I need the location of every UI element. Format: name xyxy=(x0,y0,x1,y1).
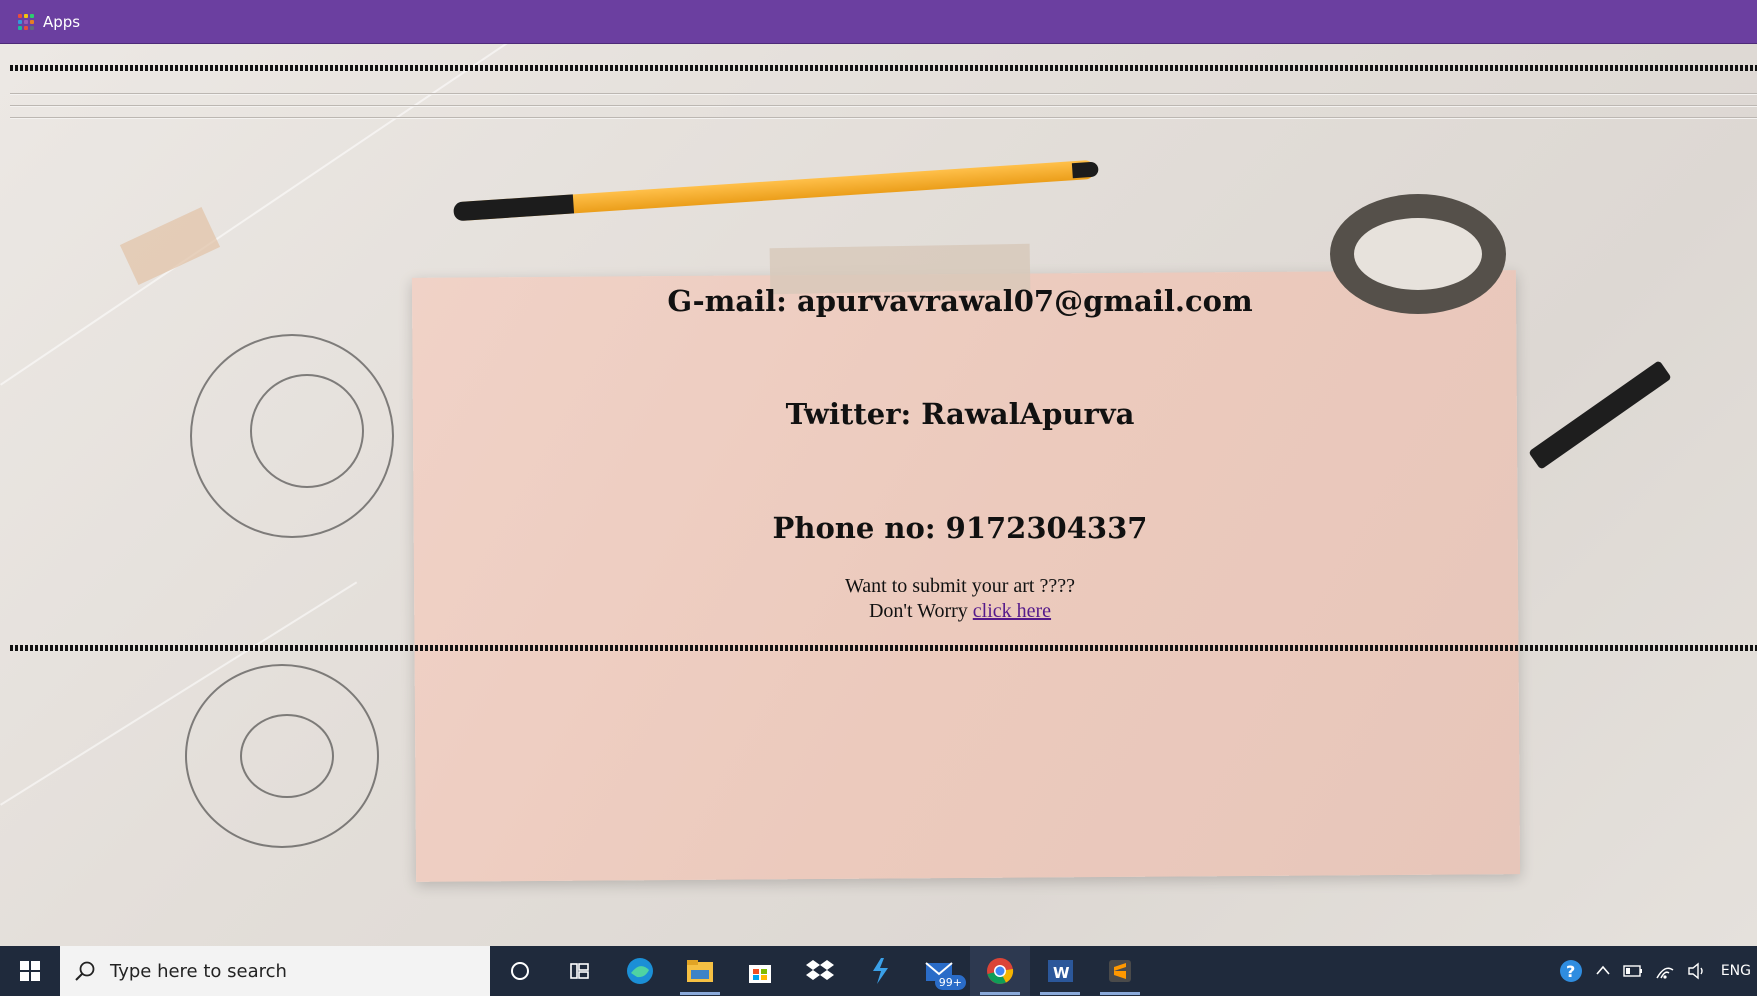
chrome-button[interactable] xyxy=(970,946,1030,996)
edge-icon xyxy=(627,958,653,984)
visual-studio-icon xyxy=(873,958,888,984)
battery-icon xyxy=(1623,965,1642,977)
dropbox-button[interactable] xyxy=(790,946,850,996)
divider-line xyxy=(10,93,1757,95)
network-button[interactable] xyxy=(1649,946,1681,996)
volume-button[interactable] xyxy=(1681,946,1713,996)
show-hidden-icons-button[interactable] xyxy=(1589,946,1617,996)
submit-prefix: Don't Worry xyxy=(868,600,968,622)
chevron-up-icon xyxy=(1596,965,1610,975)
cortana-button[interactable] xyxy=(490,946,550,996)
divider-line xyxy=(10,117,1757,119)
task-view-icon xyxy=(570,963,589,979)
mail-button[interactable]: 99+ xyxy=(910,946,970,996)
file-explorer-button[interactable] xyxy=(670,946,730,996)
click-here-link[interactable]: click here xyxy=(973,600,1051,622)
battery-button[interactable] xyxy=(1617,946,1649,996)
bookmarks-bar: Apps xyxy=(0,0,1757,44)
file-explorer-icon xyxy=(687,960,713,982)
chrome-icon xyxy=(987,958,1014,984)
phone-contact: Phone no: 9172304337 xyxy=(772,511,1148,545)
visual-studio-button[interactable] xyxy=(850,946,910,996)
cortana-icon xyxy=(511,962,529,980)
apps-grid-icon xyxy=(18,13,34,30)
task-view-button[interactable] xyxy=(550,946,610,996)
system-tray: ? ENG xyxy=(1553,946,1757,996)
apps-button[interactable]: Apps xyxy=(18,13,80,31)
search-placeholder: Type here to search xyxy=(110,960,287,982)
twitter-contact: Twitter: RawalApurva xyxy=(785,397,1135,431)
search-icon xyxy=(75,961,95,981)
washi-tape-square xyxy=(119,207,221,285)
sublime-text-button[interactable] xyxy=(1090,946,1150,996)
store-button[interactable] xyxy=(730,946,790,996)
help-icon: ? xyxy=(1559,960,1582,982)
edge-button[interactable] xyxy=(610,946,670,996)
taskbar: Type here to search 99+ W ? ENG xyxy=(0,946,1757,996)
language-indicator[interactable]: ENG xyxy=(1713,946,1757,996)
submit-art-note: Want to submit your art ???? Don't Worry… xyxy=(460,574,1460,624)
help-tray-button[interactable]: ? xyxy=(1553,946,1589,996)
start-button[interactable] xyxy=(0,946,60,996)
dotted-divider-top xyxy=(10,65,1757,71)
dotted-divider-bottom xyxy=(10,645,1757,651)
gmail-contact: G-mail: apurvavrawal07@gmail.com xyxy=(667,284,1253,318)
sublime-text-icon xyxy=(1109,960,1131,982)
pen-icon xyxy=(453,159,1099,222)
svg-text:?: ? xyxy=(1566,962,1575,981)
wifi-icon xyxy=(1656,967,1674,979)
word-button[interactable]: W xyxy=(1030,946,1090,996)
mail-badge: 99+ xyxy=(934,975,966,990)
apps-label: Apps xyxy=(43,12,81,31)
dropbox-icon xyxy=(806,960,834,980)
divider-line xyxy=(10,105,1757,107)
speaker-icon xyxy=(1688,962,1703,980)
clothespin-icon xyxy=(1528,360,1672,470)
page-viewport: G-mail: apurvavrawal07@gmail.com Twitter… xyxy=(0,44,1757,946)
store-icon xyxy=(749,965,771,983)
word-icon: W xyxy=(1048,960,1073,982)
svg-text:W: W xyxy=(1053,964,1070,982)
submit-question: Want to submit your art ???? xyxy=(845,575,1075,597)
taskbar-search-box[interactable]: Type here to search xyxy=(60,946,490,996)
windows-icon xyxy=(20,961,40,981)
submit-line: Don't Worry click here xyxy=(460,599,1460,624)
